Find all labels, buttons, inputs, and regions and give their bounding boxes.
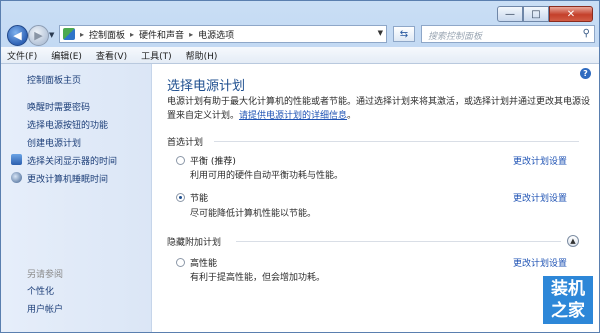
plan-power-saver-radio[interactable] (176, 193, 185, 202)
breadcrumb-hardware-sound[interactable]: 硬件和声音 (139, 28, 184, 41)
menu-view[interactable]: 查看(V) (96, 49, 127, 62)
help-icon[interactable]: ? (580, 68, 591, 79)
moon-icon (11, 172, 22, 183)
close-button[interactable]: ✕ (549, 6, 593, 22)
arrow-right-icon: ▶ (34, 29, 43, 42)
plan-high-performance-radio[interactable] (176, 258, 185, 267)
group-divider (236, 241, 561, 242)
sidebar-item-user-accounts[interactable]: 用户帐户 (27, 302, 63, 315)
navigation-bar: ◀ ▶ ▼ ▸ 控制面板 ▸ 硬件和声音 ▸ 电源选项 ▼ ⇆ 搜索控制面板 ⚲ (1, 23, 599, 46)
breadcrumb-control-panel[interactable]: 控制面板 (89, 28, 125, 41)
plan-high-performance-name[interactable]: 高性能 (190, 256, 217, 269)
monitor-icon (11, 154, 22, 165)
sidebar-item-home[interactable]: 控制面板主页 (27, 73, 81, 86)
maximize-button[interactable]: □ (523, 6, 549, 22)
search-placeholder: 搜索控制面板 (428, 32, 483, 42)
sidebar-item-wake-password[interactable]: 唤醒时需要密码 (27, 100, 90, 113)
breadcrumb-power-options[interactable]: 电源选项 (198, 28, 234, 41)
menu-bar: 文件(F) 编辑(E) 查看(V) 工具(T) 帮助(H) (1, 47, 599, 64)
sidebar-item-create-plan[interactable]: 创建电源计划 (27, 136, 81, 149)
recent-pages-dropdown[interactable]: ▼ (49, 31, 54, 39)
forward-button[interactable]: ▶ (28, 25, 49, 46)
address-dropdown-icon[interactable]: ▼ (378, 29, 383, 37)
refresh-icon: ⇆ (399, 28, 409, 40)
sidebar-item-power-buttons[interactable]: 选择电源按钮的功能 (27, 118, 108, 131)
chevron-right-icon[interactable]: ▸ (189, 30, 193, 39)
plan-balanced-desc: 利用可用的硬件自动平衡功耗与性能。 (190, 171, 344, 181)
arrow-left-icon: ◀ (13, 29, 22, 42)
caption-buttons: — □ ✕ (497, 6, 593, 22)
chevron-right-icon[interactable]: ▸ (130, 30, 134, 39)
menu-tools[interactable]: 工具(T) (141, 49, 172, 62)
page-title: 选择电源计划 (167, 79, 246, 94)
menu-edit[interactable]: 编辑(E) (51, 49, 82, 62)
watermark-line-1: 装机 (551, 279, 585, 299)
plan-details-link[interactable]: 请提供电源计划的详细信息 (239, 111, 347, 121)
chevron-right-icon[interactable]: ▸ (80, 30, 84, 39)
hidden-plans-heading[interactable]: 隐藏附加计划 (167, 235, 221, 248)
sidebar-item-display-off[interactable]: 选择关闭显示器的时间 (27, 154, 117, 167)
group-divider (214, 141, 579, 142)
search-input[interactable]: 搜索控制面板 ⚲ (421, 25, 595, 43)
back-button[interactable]: ◀ (7, 25, 28, 46)
plan-balanced-radio[interactable] (176, 156, 185, 165)
control-panel-window: — □ ✕ ◀ ▶ ▼ ▸ 控制面板 ▸ 硬件和声音 ▸ 电源选项 ▼ ⇆ 搜索… (0, 0, 600, 333)
sidebar: 控制面板主页 唤醒时需要密码 选择电源按钮的功能 创建电源计划 选择关闭显示器的… (1, 64, 152, 332)
sidebar-item-personalization[interactable]: 个性化 (27, 284, 54, 297)
intro-description: 电源计划有助于最大化计算机的性能或者节能。通过选择计划来将其激活，或选择计划并通… (167, 97, 591, 121)
refresh-button[interactable]: ⇆ (393, 26, 415, 42)
preferred-plans-heading: 首选计划 (167, 138, 204, 148)
plan-balanced-change-link[interactable]: 更改计划设置 (513, 154, 567, 167)
collapse-button[interactable]: ▲ (567, 235, 579, 247)
control-panel-icon (63, 28, 75, 40)
search-icon[interactable]: ⚲ (583, 28, 590, 39)
menu-file[interactable]: 文件(F) (7, 49, 37, 62)
see-also-heading: 另请参阅 (27, 270, 64, 280)
sidebar-item-sleep-time[interactable]: 更改计算机睡眠时间 (27, 172, 108, 185)
plan-high-performance-change-link[interactable]: 更改计划设置 (513, 256, 567, 269)
plan-power-saver-desc: 尽可能降低计算机性能以节能。 (190, 209, 317, 219)
window-body: 控制面板主页 唤醒时需要密码 选择电源按钮的功能 创建电源计划 选择关闭显示器的… (1, 64, 599, 332)
minimize-button[interactable]: — (497, 6, 523, 22)
plan-power-saver-change-link[interactable]: 更改计划设置 (513, 191, 567, 204)
plan-balanced-name[interactable]: 平衡 (推荐) (190, 154, 236, 167)
main-content: ? 选择电源计划 电源计划有助于最大化计算机的性能或者节能。通过选择计划来将其激… (152, 64, 599, 332)
menu-help[interactable]: 帮助(H) (186, 49, 218, 62)
watermark-logo: 装机 之家 (543, 276, 593, 324)
intro-text: 电源计划有助于最大化计算机的性能或者节能。通过选择计划来将其激活，或选择计划并通… (167, 97, 591, 121)
chevron-up-icon: ▲ (570, 237, 576, 245)
watermark-line-2: 之家 (551, 301, 585, 321)
plan-power-saver-name[interactable]: 节能 (190, 191, 208, 204)
address-bar[interactable]: ▸ 控制面板 ▸ 硬件和声音 ▸ 电源选项 ▼ (59, 25, 387, 43)
plan-high-performance-desc: 有利于提高性能，但会增加功耗。 (190, 273, 326, 283)
